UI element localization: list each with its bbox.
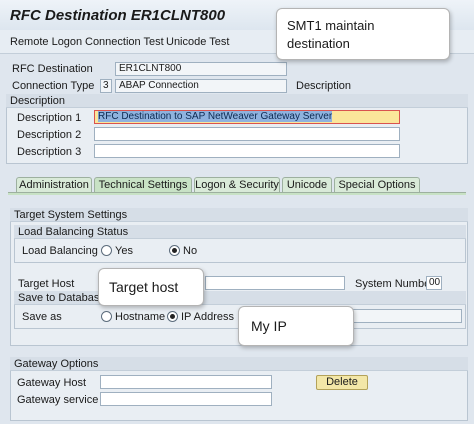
description-group-title: Description xyxy=(6,94,468,108)
gateway-service-label: Gateway service xyxy=(17,394,99,406)
delete-button[interactable]: Delete xyxy=(316,375,368,390)
tab-strip xyxy=(8,192,466,195)
tab-special-options[interactable]: Special Options xyxy=(334,177,420,193)
connection-type-description: Description xyxy=(296,80,352,92)
load-balancing-group-title: Load Balancing Status xyxy=(14,225,466,239)
description-1-label: Description 1 xyxy=(17,112,82,124)
system-number-field[interactable]: 00 xyxy=(426,276,442,290)
description-2-label: Description 2 xyxy=(17,129,82,141)
load-balancing-no-radio[interactable] xyxy=(169,245,180,256)
system-number-label: System Number xyxy=(355,278,434,290)
save-to-database-group-title: Save to Database as xyxy=(14,291,466,305)
load-balancing-yes-label: Yes xyxy=(115,245,133,257)
save-as-label: Save as xyxy=(22,311,62,323)
load-balancing-label: Load Balancing xyxy=(22,245,98,257)
save-as-ip-label: IP Address xyxy=(181,311,234,323)
rfc-destination-field[interactable]: ER1CLNT800 xyxy=(115,62,287,76)
description-1-value: RFC Destination to SAP NetWeaver Gateway… xyxy=(98,111,333,122)
ip-address-field[interactable] xyxy=(340,309,462,323)
description-3-field[interactable] xyxy=(94,144,400,158)
target-system-group-title: Target System Settings xyxy=(10,208,468,222)
unicode-test-button[interactable]: Unicode Test xyxy=(166,36,229,48)
load-balancing-no-label: No xyxy=(183,245,198,257)
gateway-options-group-title: Gateway Options xyxy=(10,357,468,371)
gateway-host-field[interactable] xyxy=(100,375,272,389)
save-as-hostname-label: Hostname xyxy=(115,311,166,323)
target-host-label: Target Host xyxy=(18,278,75,290)
target-host-field[interactable] xyxy=(205,276,345,290)
gateway-service-field[interactable] xyxy=(100,392,272,406)
connection-type-code-field[interactable]: 3 xyxy=(100,79,112,93)
save-as-hostname-radio[interactable] xyxy=(101,311,112,322)
connection-type-label: Connection Type xyxy=(12,80,95,92)
description-2-field[interactable] xyxy=(94,127,400,141)
callout-my-ip: My IP xyxy=(238,306,354,346)
tab-administration[interactable]: Administration xyxy=(16,177,92,193)
callout-smt1: SMT1 maintain destination xyxy=(276,8,450,60)
gateway-host-label: Gateway Host xyxy=(17,377,87,389)
tab-technical-settings[interactable]: Technical Settings xyxy=(94,177,192,193)
description-3-label: Description 3 xyxy=(17,146,82,158)
save-as-ip-radio[interactable] xyxy=(167,311,178,322)
window-title: RFC Destination ER1CLNT800 xyxy=(10,7,226,24)
callout-target-host: Target host xyxy=(98,268,204,306)
tab-logon-security[interactable]: Logon & Security xyxy=(194,177,280,193)
load-balancing-yes-radio[interactable] xyxy=(101,245,112,256)
rfc-destination-label: RFC Destination xyxy=(12,63,93,75)
connection-test-button[interactable]: Connection Test xyxy=(85,36,164,48)
remote-logon-button[interactable]: Remote Logon xyxy=(10,36,82,48)
tab-unicode[interactable]: Unicode xyxy=(282,177,332,193)
connection-type-field[interactable]: ABAP Connection xyxy=(115,79,287,93)
description-1-field[interactable]: RFC Destination to SAP NetWeaver Gateway… xyxy=(94,110,400,124)
